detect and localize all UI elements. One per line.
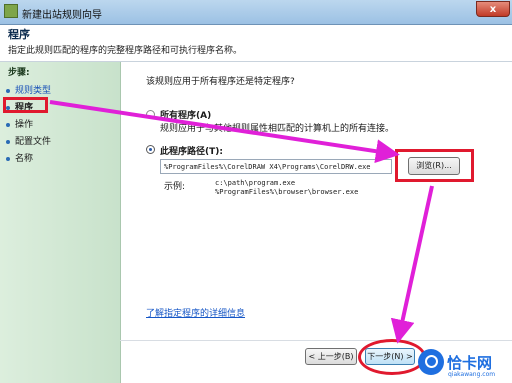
scope-question: 该规则应用于所有程序还是特定程序?: [146, 77, 295, 87]
watermark-subtitle: qiakawang.com: [448, 371, 496, 378]
step-action[interactable]: 操作: [6, 117, 33, 130]
highlight-box-program-step: [3, 97, 48, 113]
highlight-circle-next: [358, 339, 426, 375]
example-label: 示例:: [164, 182, 186, 192]
step-label: 配置文件: [15, 137, 52, 147]
step-name[interactable]: 名称: [6, 151, 33, 164]
steps-title: 步骤:: [8, 68, 30, 78]
page-description: 指定此规则匹配的程序的完整程序路径和可执行程序名称。: [8, 46, 243, 56]
this-program-radio[interactable]: [146, 145, 155, 154]
step-label: 规则类型: [15, 86, 52, 96]
firewall-app-icon: [4, 4, 18, 18]
arrow-to-next: [390, 185, 434, 344]
step-label: 操作: [15, 120, 34, 130]
window-title: 新建出站规则向导: [22, 10, 102, 21]
bullet-icon: [6, 139, 10, 144]
close-button[interactable]: x: [476, 1, 510, 17]
highlight-box-browse: [395, 149, 474, 182]
program-path-input[interactable]: %ProgramFiles%\CorelDRAW X4\Programs\Cor…: [160, 159, 392, 174]
bullet-icon: [6, 88, 10, 93]
page-title: 程序: [8, 28, 30, 41]
step-label: 名称: [15, 154, 34, 164]
this-program-label[interactable]: 此程序路径(T):: [160, 144, 223, 157]
all-programs-radio[interactable]: [146, 110, 155, 119]
bullet-icon: [6, 156, 10, 161]
example-path-1: c:\path\program.exe: [215, 179, 296, 187]
back-button[interactable]: < 上一步(B): [305, 348, 357, 365]
footer-divider: [120, 340, 512, 341]
watermark-brand: 恰卡网: [447, 354, 493, 372]
example-path-2: %ProgramFiles%\browser\browser.exe: [215, 188, 359, 196]
watermark-logo-icon: [418, 349, 444, 375]
bullet-icon: [6, 122, 10, 127]
all-programs-label[interactable]: 所有程序(A): [160, 108, 211, 121]
all-programs-description: 规则应用于与其他规则属性相匹配的计算机上的所有连接。: [160, 124, 395, 134]
step-profile[interactable]: 配置文件: [6, 134, 51, 147]
step-rule-type[interactable]: 规则类型: [6, 83, 51, 96]
learn-more-link[interactable]: 了解指定程序的详细信息: [146, 306, 245, 319]
